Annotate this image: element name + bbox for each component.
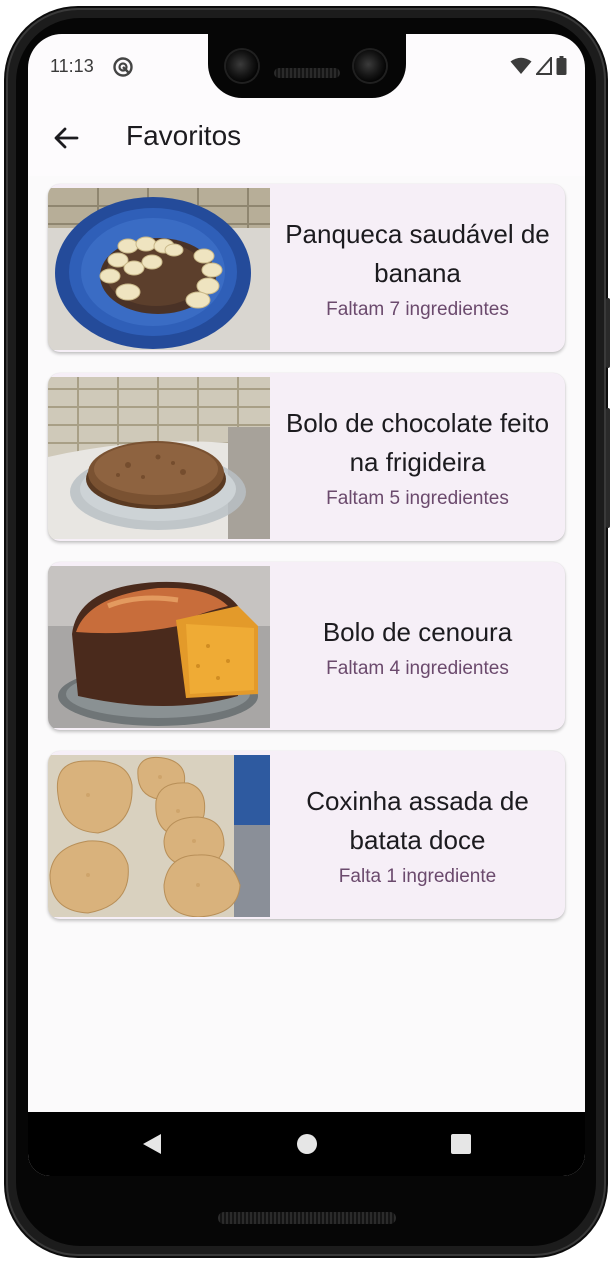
recipe-card[interactable]: Bolo de chocolate feito na frigideira Fa… xyxy=(48,373,565,541)
bottom-speaker xyxy=(218,1212,396,1224)
recipe-info: Bolo de cenoura Faltam 4 ingredientes xyxy=(270,562,565,730)
missing-ingredients: Faltam 4 ingredientes xyxy=(326,657,509,679)
front-camera-icon xyxy=(226,50,258,82)
favorites-list: Panqueca saudável de banana Faltam 7 ing… xyxy=(28,176,585,1112)
missing-ingredients: Faltam 7 ingredientes xyxy=(326,299,509,320)
recipe-title: Bolo de cenoura xyxy=(322,616,513,647)
front-camera-icon xyxy=(354,50,386,82)
cell-signal-icon xyxy=(536,56,552,75)
battery-icon xyxy=(556,56,567,75)
volume-button xyxy=(606,408,610,528)
recipe-image xyxy=(48,188,270,350)
arrow-left-icon[interactable] xyxy=(46,118,86,158)
missing-ingredients: Falta 1 ingrediente xyxy=(338,866,497,887)
recipe-image xyxy=(48,377,270,539)
recipe-card[interactable]: Coxinha assada de batata doce Falta 1 in… xyxy=(48,751,565,919)
status-time: 11:13 xyxy=(50,56,94,76)
recipe-info: Coxinha assada de batata doce Falta 1 in… xyxy=(270,751,565,919)
recipe-image xyxy=(48,755,270,917)
system-nav-bar xyxy=(28,1112,585,1176)
page-title: Favoritos xyxy=(126,120,242,151)
recipe-info: Bolo de chocolate feito na frigideira Fa… xyxy=(270,373,565,541)
app-screen: 11:13 Favoritos Panqueca saudável de ban… xyxy=(28,34,585,1176)
triangle-back-icon[interactable] xyxy=(141,1132,163,1156)
recipe-title: Coxinha assada de batata doce xyxy=(306,786,529,855)
recipe-info: Panqueca saudável de banana Faltam 7 ing… xyxy=(270,184,565,352)
recipe-card[interactable]: Panqueca saudável de banana Faltam 7 ing… xyxy=(48,184,565,352)
recipe-title: Bolo de chocolate feito na frigideira xyxy=(285,408,550,477)
app-bar: Favoritos xyxy=(28,100,585,176)
app-notification-icon xyxy=(113,57,133,77)
power-button xyxy=(606,298,610,368)
recipe-card[interactable]: Bolo de cenoura Faltam 4 ingredientes xyxy=(48,562,565,730)
recipe-image xyxy=(48,566,270,728)
camera-notch xyxy=(208,26,406,98)
square-recents-icon[interactable] xyxy=(450,1132,472,1156)
missing-ingredients: Faltam 5 ingredientes xyxy=(326,488,509,509)
earpiece-speaker xyxy=(274,68,340,78)
circle-home-icon[interactable] xyxy=(296,1132,318,1156)
recipe-title: Panqueca saudável de banana xyxy=(285,219,550,288)
wifi-icon xyxy=(510,57,532,74)
status-icons xyxy=(510,56,567,75)
